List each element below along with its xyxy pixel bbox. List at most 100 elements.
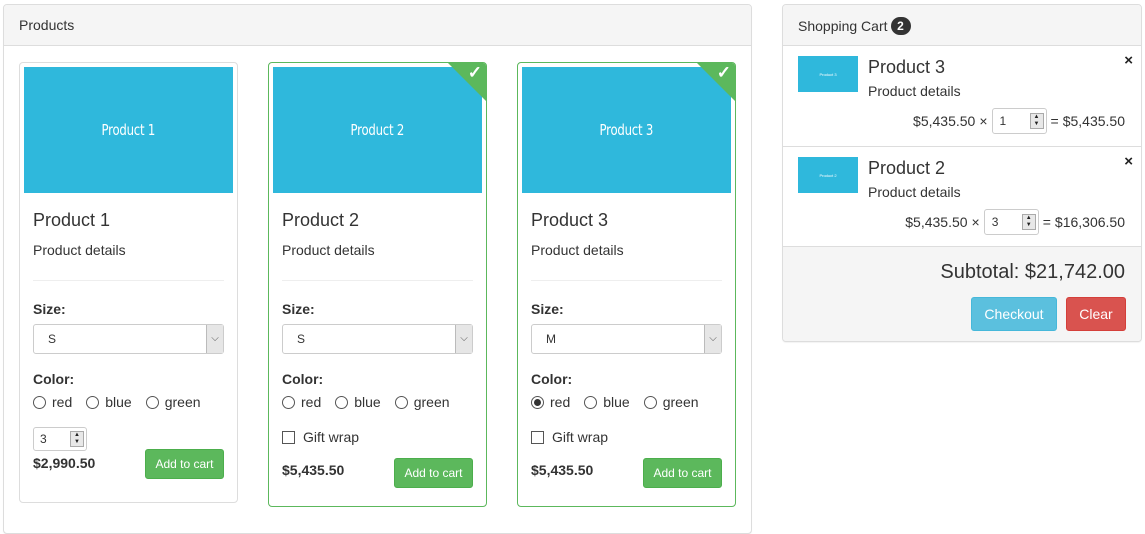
divider [282, 280, 473, 281]
spin-up-icon[interactable]: ▲ [74, 432, 80, 438]
spin-down-icon[interactable]: ▼ [74, 439, 80, 445]
size-select-value: M [546, 332, 556, 346]
clear-cart-button[interactable]: Clear [1066, 297, 1126, 331]
checkbox-icon[interactable] [282, 430, 295, 444]
size-select[interactable]: S ⌵ [33, 324, 224, 354]
cart-item-details: Product details [868, 83, 961, 99]
spin-down-icon[interactable]: ▼ [1034, 121, 1040, 127]
thumbnail-label: Product 3 [819, 71, 837, 77]
thumbnail-label: Product 2 [819, 172, 837, 178]
product-title: Product 1 [33, 210, 111, 230]
cart-item-calculation: $5,435.50 × 1 ▲ ▼ = $5,435.50 [913, 108, 1125, 134]
radio-label: blue [603, 394, 630, 410]
cart-quantity-input[interactable]: 3 ▲ ▼ [983, 209, 1039, 235]
cart-header: Shopping Cart 2 [783, 5, 1141, 46]
radio-label: red [52, 394, 73, 410]
product-image-label: Product 1 [101, 121, 156, 139]
check-icon: ✓ [467, 63, 482, 82]
product-title: Product 3 [531, 210, 609, 230]
product-price: $2,990.50 [33, 455, 96, 471]
radio-icon[interactable] [335, 395, 349, 409]
color-radio-blue[interactable]: blue [584, 394, 630, 410]
color-label: Color: [33, 371, 75, 387]
add-to-cart-button[interactable]: Add to cart [394, 458, 473, 488]
cart-item-calculation: $5,435.50 × 3 ▲ ▼ = $16,306.50 [905, 209, 1125, 235]
spin-up-icon[interactable]: ▲ [1026, 215, 1032, 221]
products-panel: Products Product 1 Product 1 Product det… [3, 4, 752, 534]
color-radio-green[interactable]: green [394, 394, 450, 410]
check-icon: ✓ [716, 63, 731, 82]
cart-item-title: Product 2 [868, 158, 946, 178]
radio-icon[interactable] [584, 395, 598, 409]
chevron-down-icon: ⌵ [455, 325, 472, 353]
product-price: $5,435.50 [282, 462, 345, 478]
gift-wrap-label: Gift wrap [303, 429, 360, 445]
radio-label: red [301, 394, 322, 410]
product-image-label: Product 3 [599, 121, 654, 139]
color-radio-blue[interactable]: blue [86, 394, 132, 410]
color-radio-green[interactable]: green [643, 394, 699, 410]
color-label: Color: [531, 371, 573, 387]
color-radio-green[interactable]: green [145, 394, 201, 410]
radio-label: green [662, 394, 699, 410]
size-select-value: S [48, 332, 57, 346]
product-details: Product details [531, 242, 624, 258]
product-image-label: Product 2 [350, 121, 405, 139]
quantity-input[interactable]: 3 ▲ ▼ [33, 427, 87, 451]
product-card-3: Product 3 ✓ Product 3 Product details Si… [517, 62, 736, 507]
size-label: Size: [33, 301, 66, 317]
add-to-cart-button[interactable]: Add to cart [145, 449, 224, 479]
radio-icon-checked[interactable] [531, 395, 544, 409]
checkout-button[interactable]: Checkout [971, 297, 1057, 331]
quantity-value: 1 [999, 114, 1007, 128]
radio-label: green [413, 394, 450, 410]
gift-wrap-checkbox[interactable]: Gift wrap [282, 429, 473, 445]
products-panel-title: Products [4, 5, 751, 46]
size-select[interactable]: M ⌵ [531, 324, 722, 354]
size-select-value: S [297, 332, 306, 346]
radio-label: green [164, 394, 201, 410]
chevron-down-icon: ⌵ [704, 325, 721, 353]
quantity-stepper[interactable]: ▲ ▼ [70, 431, 84, 447]
radio-icon[interactable] [394, 395, 408, 409]
gift-wrap-label: Gift wrap [552, 429, 609, 445]
product-details: Product details [33, 242, 126, 258]
quantity-stepper[interactable]: ▲ ▼ [1021, 214, 1036, 230]
product-card-1: Product 1 Product 1 Product details Size… [19, 62, 238, 503]
product-card-2: Product 2 ✓ Product 2 Product details Si… [268, 62, 487, 507]
add-to-cart-button[interactable]: Add to cart [643, 458, 722, 488]
gift-wrap-checkbox[interactable]: Gift wrap [531, 429, 722, 445]
cart-quantity-input[interactable]: 1 ▲ ▼ [991, 108, 1047, 134]
quantity-value: 3 [40, 432, 47, 446]
color-radio-group: red blue green [33, 394, 224, 410]
color-radio-blue[interactable]: blue [335, 394, 381, 410]
radio-icon[interactable] [33, 395, 46, 409]
remove-item-icon[interactable]: × [1124, 52, 1133, 69]
product-details: Product details [282, 242, 375, 258]
quantity-value: 3 [991, 215, 999, 229]
checkbox-icon[interactable] [531, 430, 544, 444]
radio-icon[interactable] [145, 395, 159, 409]
color-radio-group: red blue green [531, 394, 722, 410]
radio-label: blue [354, 394, 381, 410]
chevron-down-icon: ⌵ [206, 325, 223, 353]
times-sign: × [971, 214, 980, 230]
radio-label: red [550, 394, 571, 410]
remove-item-icon[interactable]: × [1124, 153, 1133, 170]
size-label: Size: [531, 301, 564, 317]
color-radio-red[interactable]: red [531, 394, 570, 410]
product-title: Product 2 [282, 210, 360, 230]
spin-down-icon[interactable]: ▼ [1026, 222, 1032, 228]
color-radio-group: red blue green [282, 394, 473, 410]
cart-count-badge: 2 [890, 17, 911, 35]
radio-icon[interactable] [86, 395, 100, 409]
radio-icon[interactable] [282, 395, 295, 409]
color-radio-red[interactable]: red [33, 394, 72, 410]
radio-icon[interactable] [643, 395, 657, 409]
product-image[interactable]: Product 1 [24, 67, 233, 193]
quantity-stepper[interactable]: ▲ ▼ [1029, 113, 1044, 129]
color-radio-red[interactable]: red [282, 394, 321, 410]
size-select[interactable]: S ⌵ [282, 324, 473, 354]
product-price: $5,435.50 [531, 462, 594, 478]
spin-up-icon[interactable]: ▲ [1034, 114, 1040, 120]
